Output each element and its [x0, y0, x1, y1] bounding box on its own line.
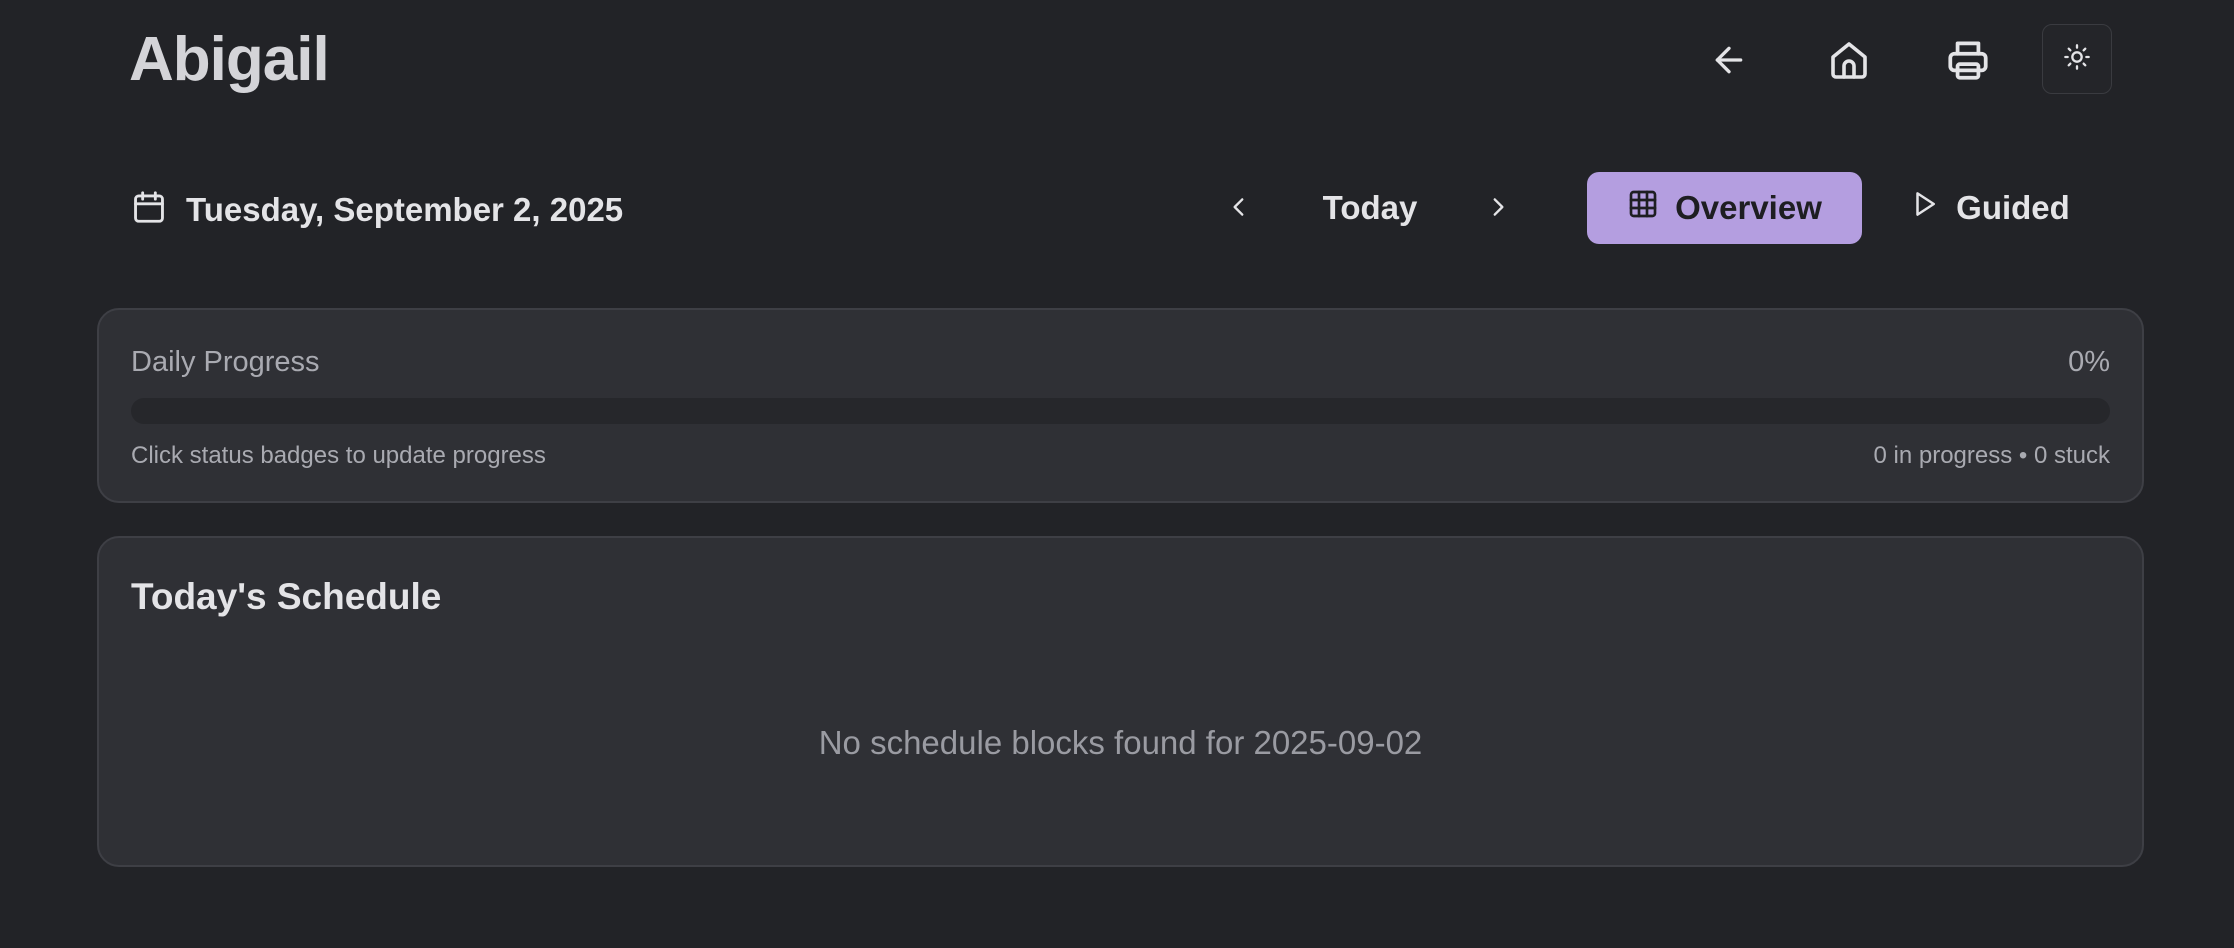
date-navigation: Tuesday, September 2, 2025 Today Overvie… — [0, 170, 2234, 246]
sun-icon — [2063, 43, 2091, 76]
overview-label: Overview — [1675, 189, 1822, 226]
guided-label: Guided — [1956, 189, 2070, 226]
theme-toggle-button[interactable] — [2042, 24, 2112, 94]
printer-icon — [1943, 35, 1993, 85]
progress-label: Daily Progress — [131, 346, 320, 378]
schedule-title: Today's Schedule — [131, 576, 442, 617]
page-title: Abigail — [129, 25, 330, 94]
chevron-left-icon — [1226, 194, 1252, 225]
chevron-right-icon — [1485, 194, 1511, 225]
previous-day-button[interactable] — [1216, 186, 1262, 232]
today-button[interactable]: Today — [1300, 180, 1440, 236]
home-button[interactable] — [1813, 24, 1885, 96]
guided-tab[interactable]: Guided — [1900, 172, 2080, 244]
arrow-left-icon — [1709, 40, 1749, 80]
calendar-icon — [130, 188, 168, 231]
progress-percent: 0% — [2068, 346, 2110, 378]
daily-progress-card: Daily Progress 0% Click status badges to… — [97, 308, 2144, 503]
back-button[interactable] — [1693, 24, 1765, 96]
current-date: Tuesday, September 2, 2025 — [130, 188, 623, 231]
grid-icon — [1627, 188, 1659, 228]
schedule-card: Today's Schedule No schedule blocks foun… — [97, 536, 2144, 867]
home-icon — [1825, 36, 1873, 84]
play-icon — [1910, 189, 1940, 227]
progress-hint: Click status badges to update progress — [131, 442, 546, 469]
progress-bar — [131, 398, 2110, 424]
progress-stats: 0 in progress • 0 stuck — [1873, 442, 2110, 469]
date-label: Tuesday, September 2, 2025 — [186, 190, 624, 228]
schedule-empty-message: No schedule blocks found for 2025-09-02 — [818, 724, 1423, 761]
app-header: Abigail — [0, 0, 2234, 130]
print-button[interactable] — [1932, 24, 2004, 96]
next-day-button[interactable] — [1475, 186, 1521, 232]
overview-tab[interactable]: Overview — [1587, 172, 1862, 244]
